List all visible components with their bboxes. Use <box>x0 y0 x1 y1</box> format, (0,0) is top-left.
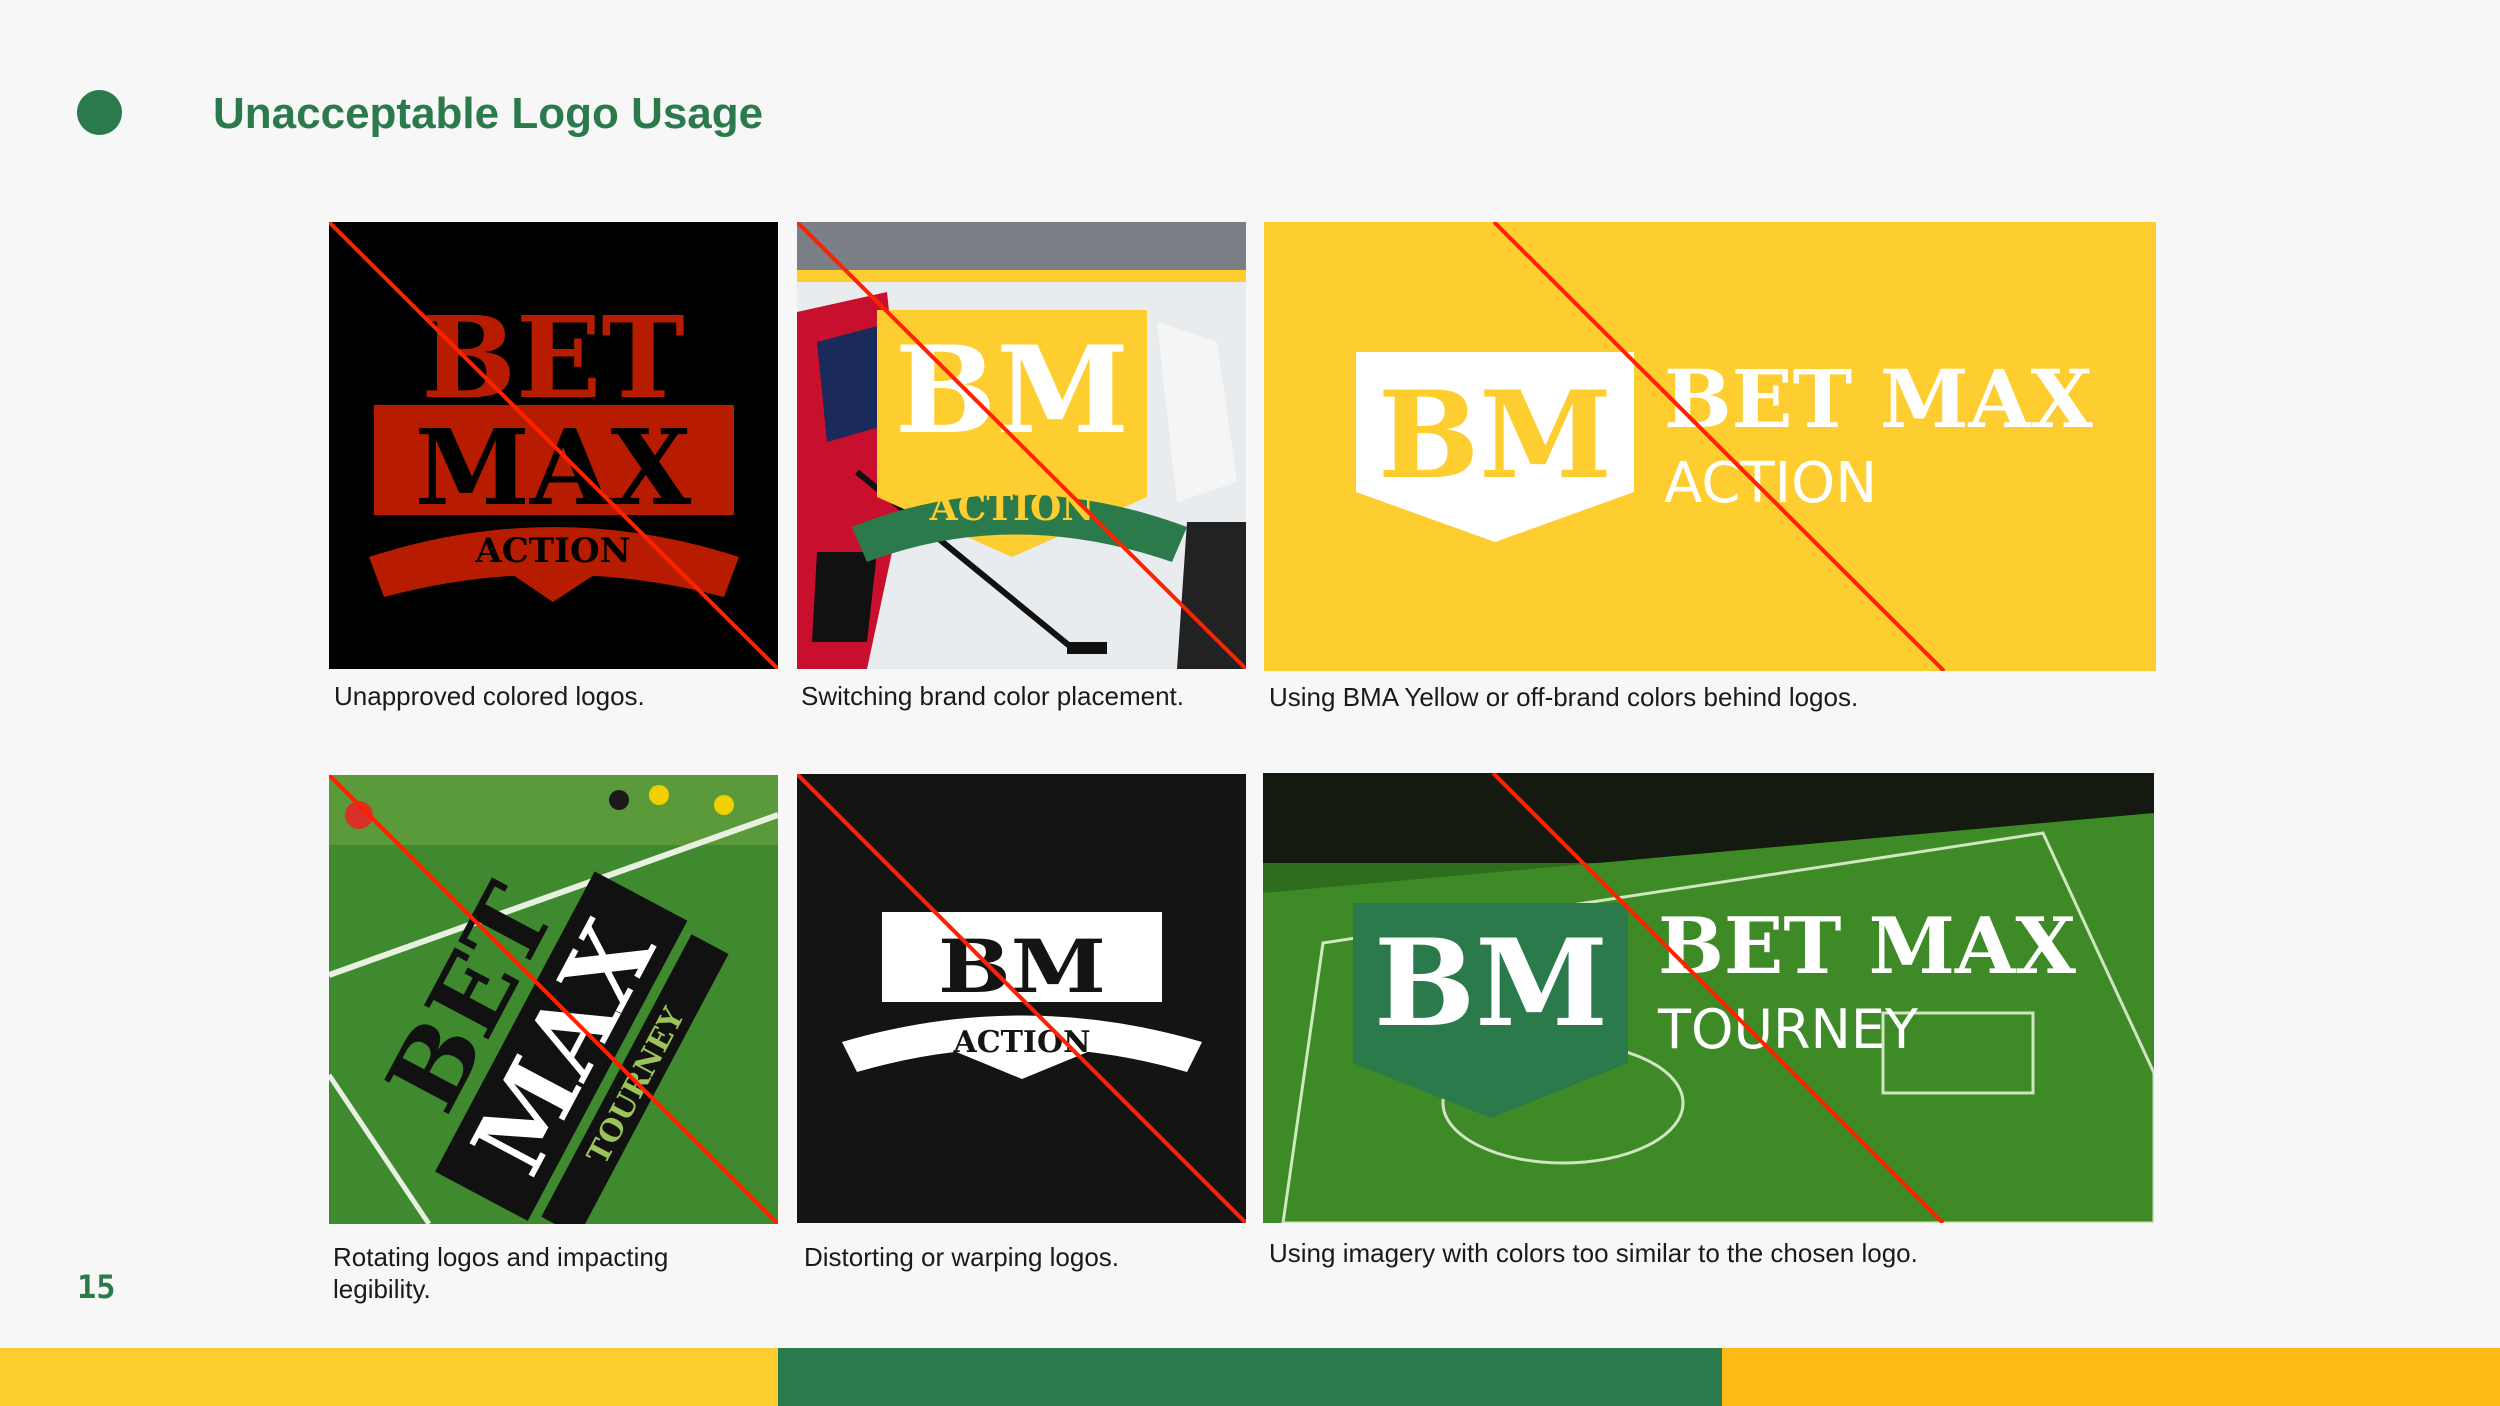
logo-banner-action: ACTION <box>474 531 630 571</box>
red-bet-max-logo: BET MAX ACTION <box>329 222 778 669</box>
logo-mark-bm: BM <box>1374 913 1608 1054</box>
example-distorted-logo: BM ACTION <box>797 774 1246 1223</box>
logo-name: BET MAX <box>1664 352 2093 446</box>
logo-word-bet: BET <box>421 293 684 424</box>
example-yellow-background: BM BET MAX ACTION <box>1264 222 2156 671</box>
caption: Switching brand color placement. <box>801 681 1184 711</box>
green-logo-on-field: BM BET MAX TOURNEY <box>1263 773 2154 1223</box>
logo-mark-bm: BM <box>895 320 1129 461</box>
caption: Distorting or warping logos. <box>804 1242 1120 1272</box>
example-switched-colors: BM ACTION <box>797 222 1246 669</box>
footer-bar-green <box>778 1348 1722 1406</box>
caption: Rotating logos and impacting legibility. <box>333 1242 669 1304</box>
page-number: 15 <box>77 1268 116 1306</box>
logo-word-max: MAX <box>415 406 692 529</box>
example-similar-imagery: BM BET MAX TOURNEY <box>1263 773 2154 1223</box>
logo-sub: ACTION <box>1664 451 1877 516</box>
rotated-logo-on-field: BET MAX TOURNEY <box>329 775 778 1224</box>
distorted-bm-logo: BM ACTION <box>797 774 1246 1223</box>
page-title: Unacceptable Logo Usage <box>213 89 764 138</box>
footer-bar-yellow <box>0 1348 778 1406</box>
logo-mark-bm: BM <box>1378 365 1612 506</box>
bullet-dot <box>77 90 122 135</box>
caption: Unapproved colored logos. <box>334 681 645 711</box>
bm-logo-on-yellow: BM BET MAX ACTION <box>1264 222 2156 671</box>
example-rotated-logo: BET MAX TOURNEY <box>329 775 778 1224</box>
logo-sub: TOURNEY <box>1657 998 1919 1061</box>
logo-banner-action: ACTION <box>952 1025 1090 1060</box>
logo-name: BET MAX <box>1658 901 2076 992</box>
hockey-photo-with-logo: BM ACTION <box>797 222 1246 669</box>
caption: Using imagery with colors too similar to… <box>1269 1238 1918 1268</box>
footer-bar-gold <box>1722 1348 2500 1406</box>
caption: Using BMA Yellow or off-brand colors beh… <box>1269 682 1859 712</box>
example-unapproved-colors: BET MAX ACTION <box>329 222 778 669</box>
